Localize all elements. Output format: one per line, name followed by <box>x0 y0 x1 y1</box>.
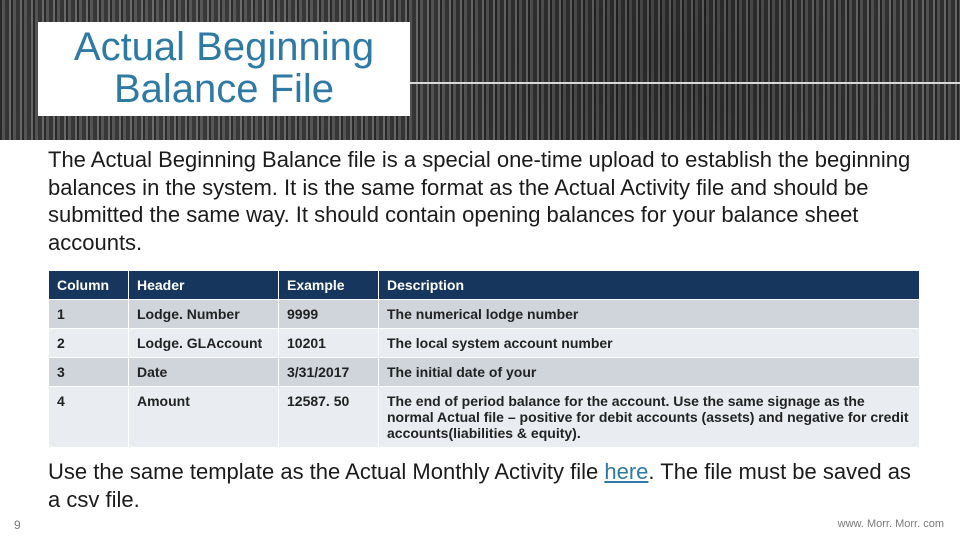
cell-header: Lodge. GLAccount <box>129 329 279 358</box>
cell-column: 4 <box>49 387 129 448</box>
th-column: Column <box>49 271 129 300</box>
outro-paragraph: Use the same template as the Actual Mont… <box>48 458 920 513</box>
title-box: Actual Beginning Balance File <box>38 22 410 116</box>
cell-desc: The numerical lodge number <box>379 300 920 329</box>
outro-pre: Use the same template as the Actual Mont… <box>48 459 604 484</box>
table-row: 2 Lodge. GLAccount 10201 The local syste… <box>49 329 920 358</box>
intro-paragraph: The Actual Beginning Balance file is a s… <box>48 146 920 256</box>
template-link[interactable]: here <box>604 459 648 484</box>
columns-table: Column Header Example Description 1 Lodg… <box>48 270 920 448</box>
slide-title: Actual Beginning Balance File <box>48 26 400 110</box>
cell-desc: The end of period balance for the accoun… <box>379 387 920 448</box>
title-rule <box>410 82 960 84</box>
cell-example: 12587. 50 <box>279 387 379 448</box>
page-number: 9 <box>14 518 21 532</box>
table-row: 4 Amount 12587. 50 The end of period bal… <box>49 387 920 448</box>
cell-header: Lodge. Number <box>129 300 279 329</box>
footer-url: www. Morr. Morr. com <box>838 518 944 530</box>
slide: Actual Beginning Balance File The Actual… <box>0 0 960 540</box>
table-header-row: Column Header Example Description <box>49 271 920 300</box>
cell-example: 10201 <box>279 329 379 358</box>
cell-example: 9999 <box>279 300 379 329</box>
cell-column: 3 <box>49 358 129 387</box>
cell-example: 3/31/2017 <box>279 358 379 387</box>
cell-desc: The local system account number <box>379 329 920 358</box>
table-row: 3 Date 3/31/2017 The initial date of you… <box>49 358 920 387</box>
slide-body: The Actual Beginning Balance file is a s… <box>48 146 920 513</box>
th-example: Example <box>279 271 379 300</box>
cell-header: Amount <box>129 387 279 448</box>
th-description: Description <box>379 271 920 300</box>
th-header: Header <box>129 271 279 300</box>
table-row: 1 Lodge. Number 9999 The numerical lodge… <box>49 300 920 329</box>
cell-column: 2 <box>49 329 129 358</box>
cell-desc: The initial date of your <box>379 358 920 387</box>
cell-header: Date <box>129 358 279 387</box>
cell-column: 1 <box>49 300 129 329</box>
